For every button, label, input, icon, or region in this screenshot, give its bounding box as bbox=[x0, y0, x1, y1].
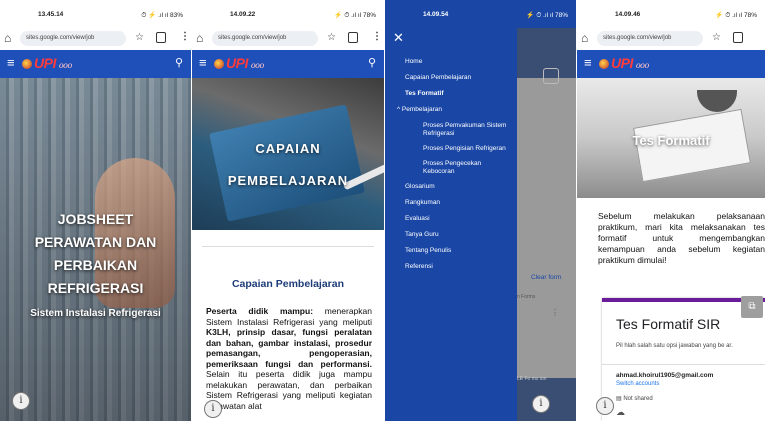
tabs-icon[interactable] bbox=[733, 32, 743, 43]
status-time: 13.45.14 bbox=[38, 11, 64, 18]
info-icon[interactable]: i bbox=[596, 397, 614, 415]
drawer-item[interactable]: Referensi bbox=[385, 263, 517, 271]
phone-capaian-pembelajaran: 14.09.22 ⚡ ⏱ .ıl ıl 78% ⌂ sites.google.c… bbox=[192, 0, 384, 421]
hamburger-menu-icon[interactable]: ≡ bbox=[584, 55, 592, 70]
divider bbox=[602, 364, 765, 365]
open-form-icon[interactable]: ⧉ bbox=[741, 296, 763, 318]
status-icons: ⚡ ⏱ .ıl ıl 78% bbox=[334, 12, 376, 19]
home-icon[interactable]: ⌂ bbox=[4, 31, 11, 45]
tabs-icon[interactable] bbox=[348, 32, 358, 43]
page-overlay[interactable]: Clear form n Forms ⋮ LE Fo ms ion bbox=[517, 28, 576, 421]
edit-icon bbox=[543, 68, 559, 84]
drawer-item[interactable]: Tes Formatif bbox=[385, 90, 517, 98]
switch-accounts-link[interactable]: Switch accounts bbox=[616, 381, 659, 387]
home-icon[interactable]: ⌂ bbox=[581, 31, 588, 45]
status-bar: 14.09.22 ⚡ ⏱ .ıl ıl 78% bbox=[192, 0, 384, 28]
drawer-item[interactable]: Home bbox=[385, 58, 517, 66]
hero-title: JOBSHEET PERAWATAN DAN PERBAIKAN REFRIGE… bbox=[34, 211, 157, 296]
phone-tes-formatif: 14.09.46 ⚡ ⏱ .ıl ıl 78% ⌂ sites.google.c… bbox=[577, 0, 765, 421]
drawer-item[interactable]: Rangkuman bbox=[385, 199, 517, 207]
browser-menu-icon[interactable]: ⋮ bbox=[372, 31, 382, 42]
browser-toolbar: ⌂ sites.google.com/view/job ☆ ⋮ bbox=[192, 28, 384, 50]
address-bar[interactable]: sites.google.com/view/job bbox=[597, 31, 703, 46]
drawer-item[interactable]: Proses Pengecekan Kebocoran bbox=[385, 160, 517, 176]
intro-paragraph: Sebelum melakukan pelaksanaan praktikum,… bbox=[598, 211, 765, 265]
footer-label: LE Fo ms ion bbox=[517, 376, 547, 382]
hero-title: Tes Formatif bbox=[632, 133, 710, 148]
bookmark-star-icon[interactable]: ☆ bbox=[327, 32, 336, 43]
not-shared-status: ▤ Not shared bbox=[616, 396, 653, 402]
hero-banner: JOBSHEET PERAWATAN DAN PERBAIKAN REFRIGE… bbox=[0, 78, 191, 421]
drawer-item[interactable]: ^ Pembelajaran bbox=[385, 106, 517, 114]
form-title: Tes Formatif SIR bbox=[616, 316, 721, 332]
search-icon[interactable]: ⚲ bbox=[175, 56, 183, 69]
status-time: 14.09.22 bbox=[230, 11, 256, 18]
close-icon[interactable]: ✕ bbox=[393, 30, 404, 46]
browser-toolbar: ⌂ sites.google.com/view/job ☆ ⋮ bbox=[0, 28, 191, 50]
faded-text: n Forms bbox=[517, 294, 536, 300]
status-icons: ⚡ ⏱ .ıl ıl 78% bbox=[526, 12, 568, 19]
hero-title: CAPAIAN PEMBELAJARAN bbox=[227, 141, 349, 188]
account-email: ahmad.khoirul1905@gmail.com bbox=[616, 372, 714, 379]
browser-toolbar: ⌂ sites.google.com/view/job ☆ bbox=[577, 28, 765, 50]
cloud-icon: ☁ bbox=[616, 407, 625, 417]
drawer-item[interactable]: Glosarium bbox=[385, 183, 517, 191]
navigation-drawer: ✕ Home Capaian Pembelajaran Tes Formatif ^ … bbox=[385, 28, 517, 421]
upi-logo[interactable]: UPI ooo bbox=[22, 55, 72, 71]
drawer-item[interactable]: Tanya Guru bbox=[385, 231, 517, 239]
form-description: Pil hlah salah satu opsi jawaban yang be… bbox=[616, 343, 733, 349]
drawer-item[interactable]: Tentang Penulis bbox=[385, 247, 517, 255]
hero-banner: CAPAIAN PEMBELAJARAN bbox=[192, 78, 384, 230]
more-options-icon: ⋮ bbox=[551, 308, 559, 317]
phone-navigation-drawer: 14.09.54 ⚡ ⏱ .ıl ıl 78% Clear form n For… bbox=[385, 0, 576, 421]
status-time: 14.09.46 bbox=[615, 11, 641, 18]
info-icon[interactable]: i bbox=[12, 392, 30, 410]
logo-emblem-icon bbox=[599, 59, 609, 70]
tabs-icon[interactable] bbox=[156, 32, 166, 43]
drawer-item[interactable]: Capaian Pembelajaran bbox=[385, 74, 517, 82]
bookmark-star-icon[interactable]: ☆ bbox=[135, 32, 144, 43]
status-time: 14.09.54 bbox=[423, 11, 449, 18]
status-icons: ⚡ ⏱ .ıl ıl 78% bbox=[715, 12, 757, 19]
status-bar: 13.45.14 ⏱ ⚡ .ıl ıl 83% bbox=[0, 0, 191, 28]
info-icon[interactable]: i bbox=[204, 400, 222, 418]
address-bar[interactable]: sites.google.com/view/job bbox=[20, 31, 126, 46]
status-bar: 14.09.54 ⚡ ⏱ .ıl ıl 78% bbox=[385, 0, 576, 28]
upi-logo[interactable]: UPI ooo bbox=[214, 55, 264, 71]
drawer-item[interactable]: Proses Pemvakuman Sistem Refrigerasi bbox=[385, 122, 517, 138]
home-icon[interactable]: ⌂ bbox=[196, 31, 203, 45]
status-bar: 14.09.46 ⚡ ⏱ .ıl ıl 78% bbox=[577, 0, 765, 28]
drawer-item[interactable]: Evaluasi bbox=[385, 215, 517, 223]
hero-subtitle: Sistem Instalasi Refrigerasi bbox=[30, 308, 161, 319]
content-section: Capaian Pembelajaran Peserta didik mampu… bbox=[192, 230, 384, 421]
address-bar[interactable]: sites.google.com/view/job bbox=[212, 31, 318, 46]
bookmark-star-icon[interactable]: ☆ bbox=[712, 32, 721, 43]
search-icon[interactable]: ⚲ bbox=[368, 56, 376, 69]
hamburger-menu-icon[interactable]: ≡ bbox=[199, 55, 207, 70]
status-icons: ⏱ ⚡ .ıl ıl 83% bbox=[141, 12, 183, 19]
site-header: ≡ UPI ooo bbox=[577, 50, 765, 78]
drawer-item[interactable]: Proses Pengisian Refrigeran bbox=[385, 145, 517, 153]
drawer-menu: Home Capaian Pembelajaran Tes Formatif ^ Pe… bbox=[385, 58, 517, 279]
site-header: ≡ UPI ooo ⚲ bbox=[192, 50, 384, 78]
hero-cup-image bbox=[697, 90, 737, 112]
section-paragraph: Peserta didik mampu: menerapkan Sistem I… bbox=[206, 306, 372, 411]
phone-jobsheet-home: 13.45.14 ⏱ ⚡ .ıl ıl 83% ⌂ sites.google.c… bbox=[0, 0, 191, 421]
clear-form-link: Clear form bbox=[531, 274, 562, 281]
site-header: ≡ UPI ooo ⚲ bbox=[0, 50, 191, 78]
hamburger-menu-icon[interactable]: ≡ bbox=[7, 55, 15, 70]
logo-emblem-icon bbox=[214, 59, 224, 70]
section-title: Capaian Pembelajaran bbox=[231, 278, 345, 290]
hero-banner: Tes Formatif bbox=[577, 78, 765, 198]
divider bbox=[202, 246, 374, 247]
logo-emblem-icon bbox=[22, 59, 32, 70]
upi-logo[interactable]: UPI ooo bbox=[599, 55, 649, 71]
browser-menu-icon[interactable]: ⋮ bbox=[180, 31, 190, 42]
info-icon[interactable]: i bbox=[532, 395, 550, 413]
